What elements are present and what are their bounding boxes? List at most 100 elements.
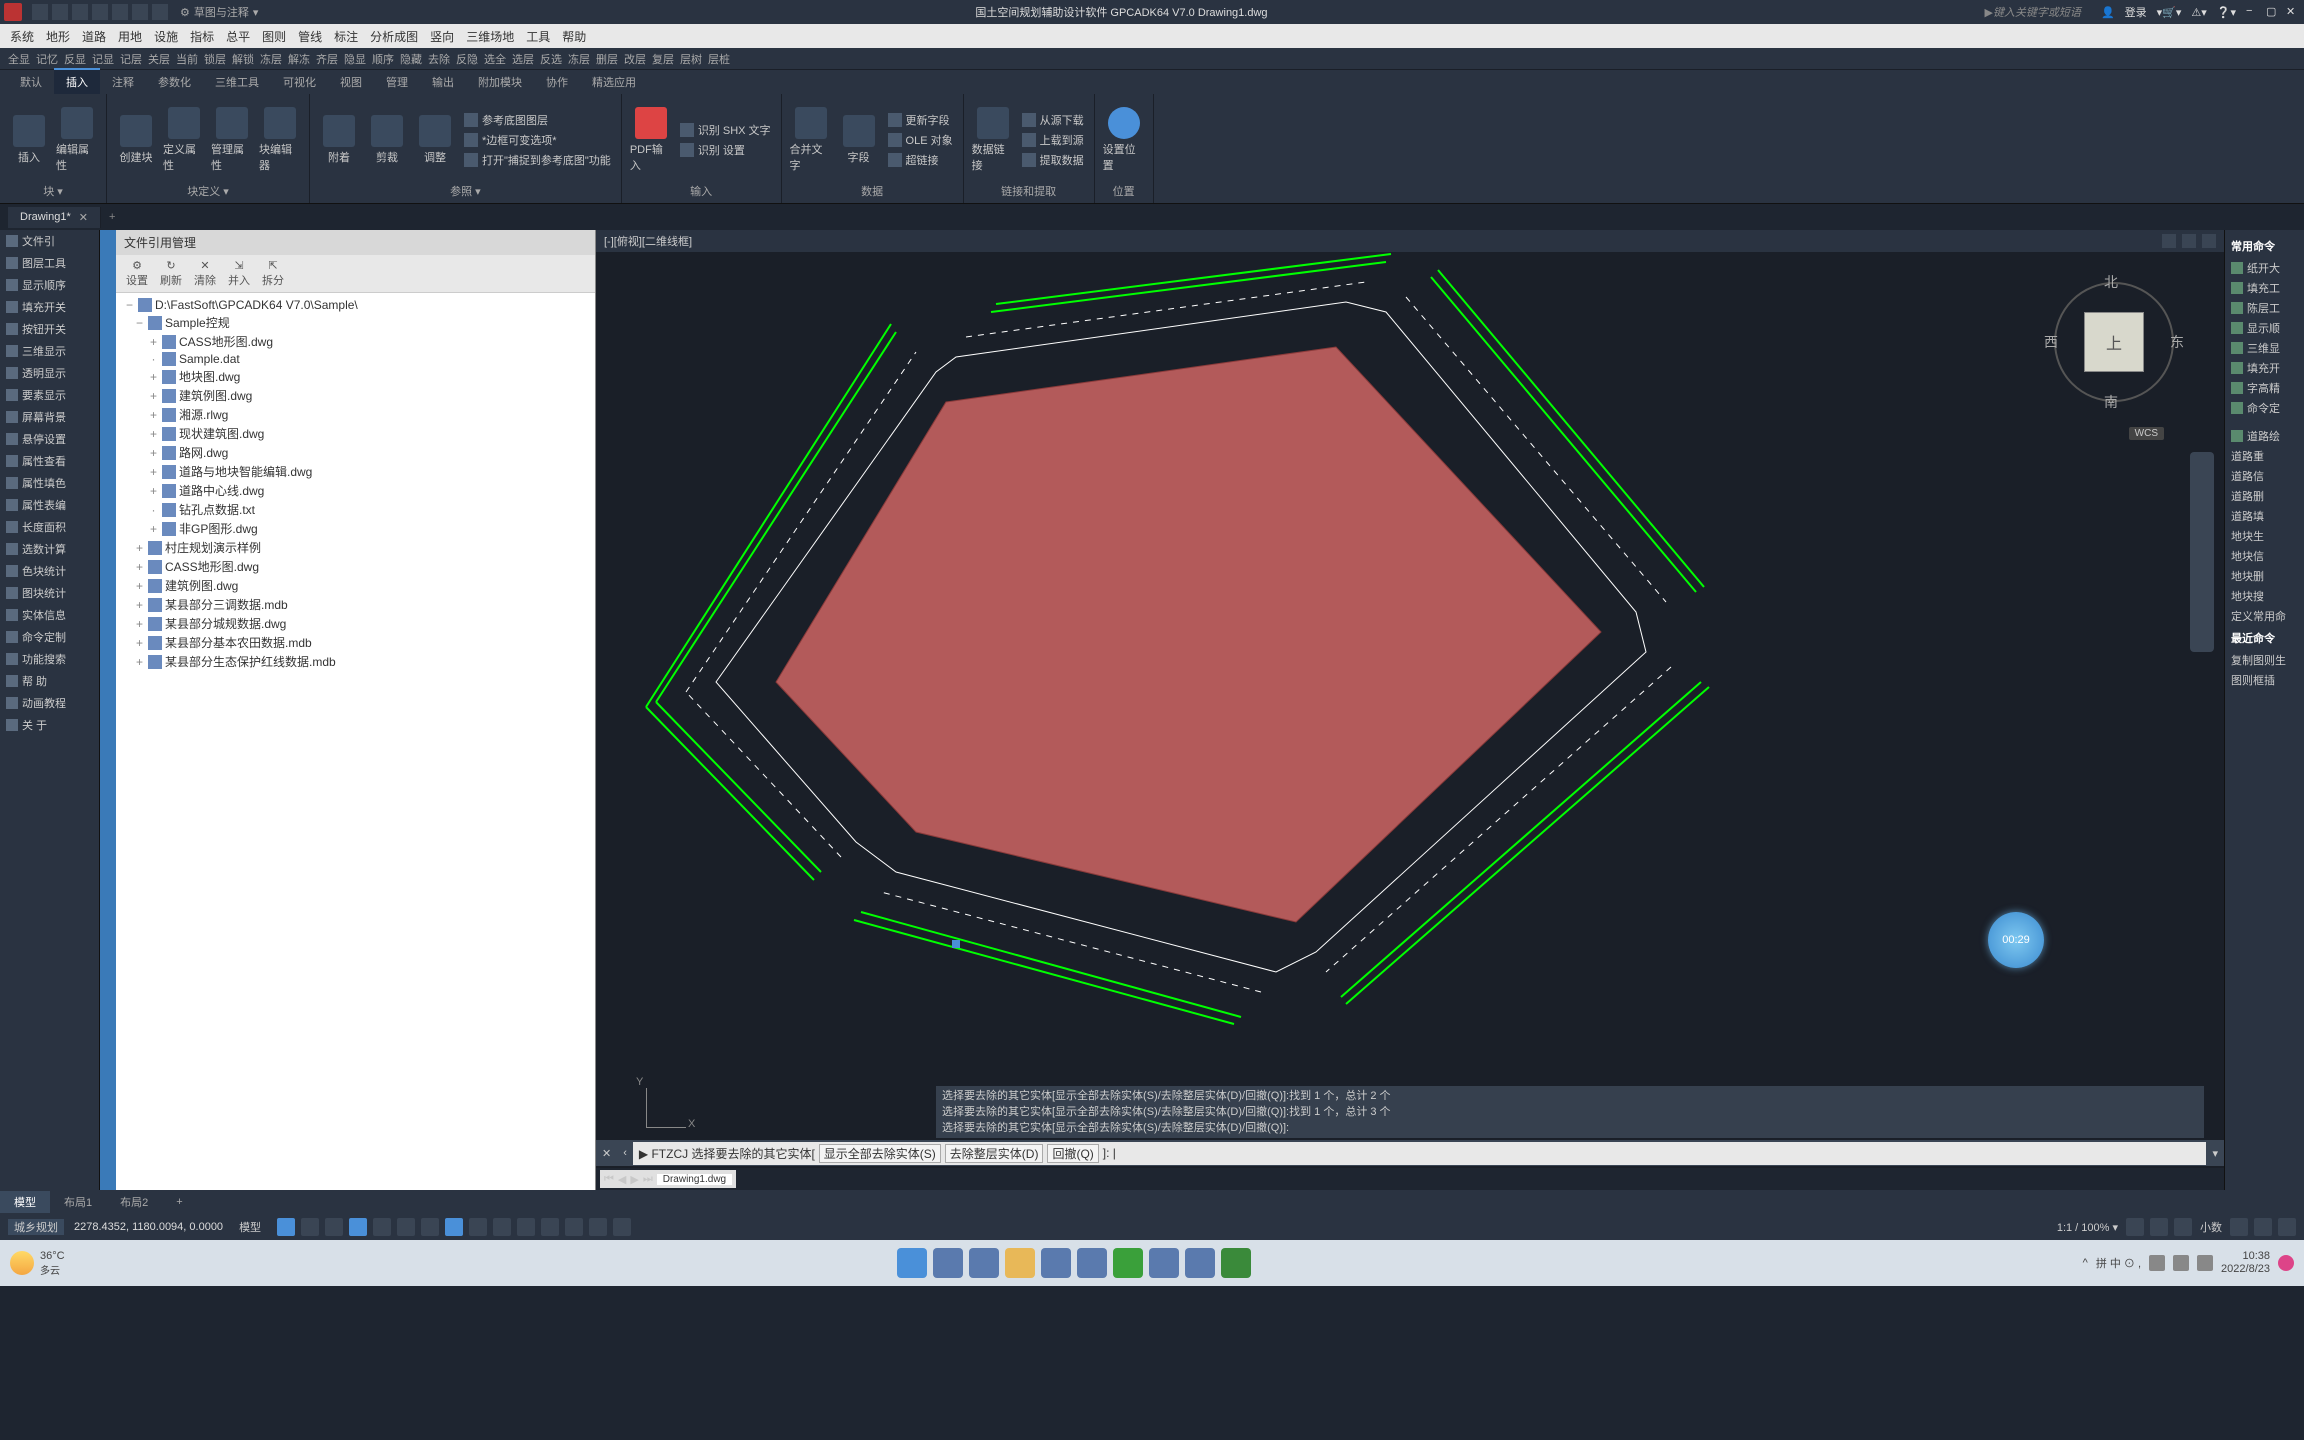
tb-22[interactable]: 改层: [622, 51, 648, 67]
tb-24[interactable]: 层树: [678, 51, 704, 67]
tb-7[interactable]: 锁层: [202, 51, 228, 67]
tree-node[interactable]: +某县部分三调数据.mdb: [120, 595, 591, 614]
tb-10[interactable]: 解冻: [286, 51, 312, 67]
lp-transparent[interactable]: 透明显示: [0, 362, 99, 384]
tb-2[interactable]: 反显: [62, 51, 88, 67]
tb-1[interactable]: 记忆: [34, 51, 60, 67]
workspace-selector[interactable]: ⚙ 草图与注释 ▾: [180, 4, 258, 20]
ref-layers-button[interactable]: 参考底图图层: [462, 111, 613, 129]
tree-node[interactable]: +现状建筑图.dwg: [120, 424, 591, 443]
tree-node[interactable]: +CASS地形图.dwg: [120, 332, 591, 351]
lp-propcolor[interactable]: 属性填色: [0, 472, 99, 494]
anno-auto-icon[interactable]: [613, 1218, 631, 1236]
tb-20[interactable]: 冻层: [566, 51, 592, 67]
rp-item[interactable]: 陈层工: [2229, 298, 2300, 318]
compass-east[interactable]: 东: [2170, 332, 2184, 352]
tree-node[interactable]: +非GP图形.dwg: [120, 519, 591, 538]
cad-app-icon[interactable]: [1221, 1248, 1251, 1278]
pdf-import-button[interactable]: PDF输入: [630, 107, 672, 173]
vp-maximize-icon[interactable]: [2182, 234, 2196, 248]
wifi-icon[interactable]: [2149, 1255, 2165, 1271]
menu-index[interactable]: 指标: [184, 26, 220, 47]
sheet-nav-next-icon[interactable]: ▶: [630, 1173, 638, 1186]
fm-clear-button[interactable]: ✕清除: [194, 259, 216, 288]
vp-minimize-icon[interactable]: [2162, 234, 2176, 248]
view-cube-top[interactable]: 上: [2084, 312, 2144, 372]
battery-icon[interactable]: [2197, 1255, 2213, 1271]
lp-propedit[interactable]: 属性表编: [0, 494, 99, 516]
ribbon-tab-visualize[interactable]: 可视化: [271, 70, 328, 94]
rp-item[interactable]: 字高精: [2229, 378, 2300, 398]
vp-close-icon[interactable]: [2202, 234, 2216, 248]
rp-item[interactable]: 显示顺: [2229, 318, 2300, 338]
lp-about[interactable]: 关 于: [0, 714, 99, 736]
dynamic-input-icon[interactable]: [493, 1218, 511, 1236]
lp-tutorial[interactable]: 动画教程: [0, 692, 99, 714]
lp-button[interactable]: 按钮开关: [0, 318, 99, 340]
rp-item[interactable]: 三维显: [2229, 338, 2300, 358]
wcs-badge[interactable]: WCS: [2129, 427, 2164, 440]
qat-new-icon[interactable]: [32, 4, 48, 20]
rp-item[interactable]: 定义常用命: [2229, 606, 2300, 626]
qat-undo-icon[interactable]: [132, 4, 148, 20]
tb-19[interactable]: 反选: [538, 51, 564, 67]
rp-item[interactable]: 道路删: [2229, 486, 2300, 506]
tb-21[interactable]: 删层: [594, 51, 620, 67]
command-line[interactable]: ✕ ‹ ▶ FTZCJ 选择要去除的其它实体[ 显示全部去除实体(S) 去除整层…: [596, 1140, 2224, 1166]
fm-merge-button[interactable]: ⇲并入: [228, 259, 250, 288]
menu-help[interactable]: 帮助: [556, 26, 592, 47]
lp-cmdcustom[interactable]: 命令定制: [0, 626, 99, 648]
taskview-icon[interactable]: [969, 1248, 999, 1278]
wechat-icon[interactable]: [1113, 1248, 1143, 1278]
ribbon-tab-3dtools[interactable]: 三维工具: [203, 70, 271, 94]
lp-blockstat[interactable]: 图块统计: [0, 582, 99, 604]
lp-file[interactable]: 文件引: [0, 230, 99, 252]
layout-tab-add[interactable]: +: [162, 1193, 196, 1211]
download-source-button[interactable]: 从源下载: [1020, 111, 1086, 129]
tb-6[interactable]: 当前: [174, 51, 200, 67]
ribbon-tab-annotate[interactable]: 注释: [100, 70, 146, 94]
menu-tools[interactable]: 工具: [520, 26, 556, 47]
ime-indicator[interactable]: 拼 中 ⊙ ,: [2096, 1255, 2141, 1271]
view-cube[interactable]: 上 北 南 东 西: [2044, 272, 2184, 412]
pan-status-icon[interactable]: [2174, 1218, 2192, 1236]
lp-search[interactable]: 功能搜索: [0, 648, 99, 670]
menu-land[interactable]: 用地: [112, 26, 148, 47]
rp-item[interactable]: 地块删: [2229, 566, 2300, 586]
menu-facility[interactable]: 设施: [148, 26, 184, 47]
ribbon-tab-manage[interactable]: 管理: [374, 70, 420, 94]
ribbon-tab-view[interactable]: 视图: [328, 70, 374, 94]
lineweight-toggle-icon[interactable]: [421, 1218, 439, 1236]
close-tab-icon[interactable]: ✕: [79, 211, 88, 224]
rp-item[interactable]: 道路信: [2229, 466, 2300, 486]
recognize-settings-button[interactable]: 识别 设置: [678, 141, 773, 159]
lp-help[interactable]: 帮 助: [0, 670, 99, 692]
workspace-switch-icon[interactable]: [565, 1218, 583, 1236]
lp-element[interactable]: 要素显示: [0, 384, 99, 406]
transparency-toggle-icon[interactable]: [445, 1218, 463, 1236]
menu-vertical[interactable]: 竖向: [424, 26, 460, 47]
command-input[interactable]: ▶ FTZCJ 选择要去除的其它实体[ 显示全部去除实体(S) 去除整层实体(D…: [633, 1142, 2207, 1165]
manage-attr-button[interactable]: 管理属性: [211, 107, 253, 173]
data-link-button[interactable]: 数据链接: [972, 107, 1014, 173]
play-icon[interactable]: ▶: [1984, 6, 1992, 19]
rp-item[interactable]: 道路重: [2229, 446, 2300, 466]
new-tab-icon[interactable]: +: [101, 211, 123, 223]
share-icon[interactable]: ⚠▾: [2191, 6, 2206, 19]
lp-length[interactable]: 长度面积: [0, 516, 99, 538]
drawing-viewport[interactable]: 上 北 南 东 西 WCS 00:29 X Y 选择要去除的其它实体[显示全部去…: [596, 252, 2224, 1168]
tree-node[interactable]: +建筑例图.dwg: [120, 386, 591, 405]
rp-item[interactable]: 复制图则生: [2229, 650, 2300, 670]
sheet-nav-first-icon[interactable]: ⏮: [604, 1173, 614, 1186]
fullscreen-status-icon[interactable]: [2254, 1218, 2272, 1236]
tb-25[interactable]: 层桩: [706, 51, 732, 67]
tree-node[interactable]: +建筑例图.dwg: [120, 576, 591, 595]
osnap-toggle-icon[interactable]: [373, 1218, 391, 1236]
doc-tab-drawing1[interactable]: Drawing1* ✕: [8, 207, 101, 228]
merge-text-button[interactable]: 合并文字: [790, 107, 832, 173]
lp-fill[interactable]: 填充开关: [0, 296, 99, 318]
start-icon[interactable]: [897, 1248, 927, 1278]
volume-icon[interactable]: [2173, 1255, 2189, 1271]
ole-object-button[interactable]: OLE 对象: [886, 131, 955, 149]
compass-south[interactable]: 南: [2104, 392, 2118, 412]
